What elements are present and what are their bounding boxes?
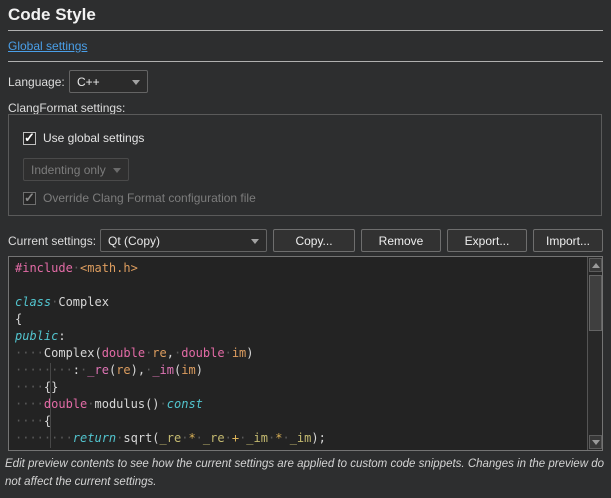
override-clang-format-label: Override Clang Format configuration file (43, 191, 256, 205)
code-line (15, 277, 587, 294)
indenting-mode-select: Indenting only (23, 158, 129, 181)
triangle-up-icon (592, 263, 600, 268)
code-line: ····double·modulus()·const (15, 396, 587, 413)
code-style-settings-page: Code Style Global settings Language: C++… (0, 0, 611, 498)
current-settings-label: Current settings: (8, 234, 96, 248)
override-clang-format-checkbox: Override Clang Format configuration file (23, 191, 256, 205)
divider (8, 61, 603, 62)
code-line: class·Complex (15, 294, 587, 311)
clangformat-settings-label: ClangFormat settings: (8, 101, 125, 115)
triangle-down-icon (592, 440, 600, 445)
code-line: #include·<math.h> (15, 260, 587, 277)
export-button[interactable]: Export... (447, 229, 527, 252)
indenting-mode-select-value: Indenting only (31, 163, 106, 177)
current-settings-select[interactable]: Qt (Copy) (100, 229, 267, 252)
current-settings-select-value: Qt (Copy) (108, 234, 160, 248)
code-line: ····{ (15, 413, 587, 430)
language-label: Language: (8, 75, 65, 89)
code-line: ········:·_re(re),·_im(im) (15, 362, 587, 379)
divider (8, 30, 603, 31)
language-select-value: C++ (77, 75, 100, 89)
scroll-up-button[interactable] (589, 258, 602, 272)
code-line: ····Complex(double·re,·double·im) (15, 345, 587, 362)
page-title: Code Style (8, 5, 96, 25)
scrollbar-thumb[interactable] (589, 275, 602, 331)
checkbox-checked-icon (23, 192, 36, 205)
import-button[interactable]: Import... (533, 229, 603, 252)
language-select[interactable]: C++ (69, 70, 148, 93)
code-line: ····{} (15, 379, 587, 396)
footer-note: Edit preview contents to see how the cur… (5, 456, 606, 492)
use-global-settings-checkbox[interactable]: Use global settings (23, 131, 144, 145)
checkbox-checked-icon (23, 132, 36, 145)
code-area[interactable]: #include·<math.h> class·Complex{public:·… (9, 257, 587, 450)
global-settings-link[interactable]: Global settings (8, 39, 87, 53)
indent-guide (50, 363, 51, 448)
code-line: { (15, 311, 587, 328)
use-global-settings-label: Use global settings (43, 131, 144, 145)
vertical-scrollbar[interactable] (587, 257, 602, 450)
code-line: public: (15, 328, 587, 345)
code-preview-editor[interactable]: #include·<math.h> class·Complex{public:·… (8, 256, 603, 451)
copy-button[interactable]: Copy... (273, 229, 355, 252)
clangformat-groupbox: Use global settings Indenting only Overr… (8, 114, 602, 216)
remove-button[interactable]: Remove (361, 229, 441, 252)
scroll-down-button[interactable] (589, 435, 602, 449)
code-line: ········return·sqrt(_re·*·_re·+·_im·*·_i… (15, 430, 587, 447)
